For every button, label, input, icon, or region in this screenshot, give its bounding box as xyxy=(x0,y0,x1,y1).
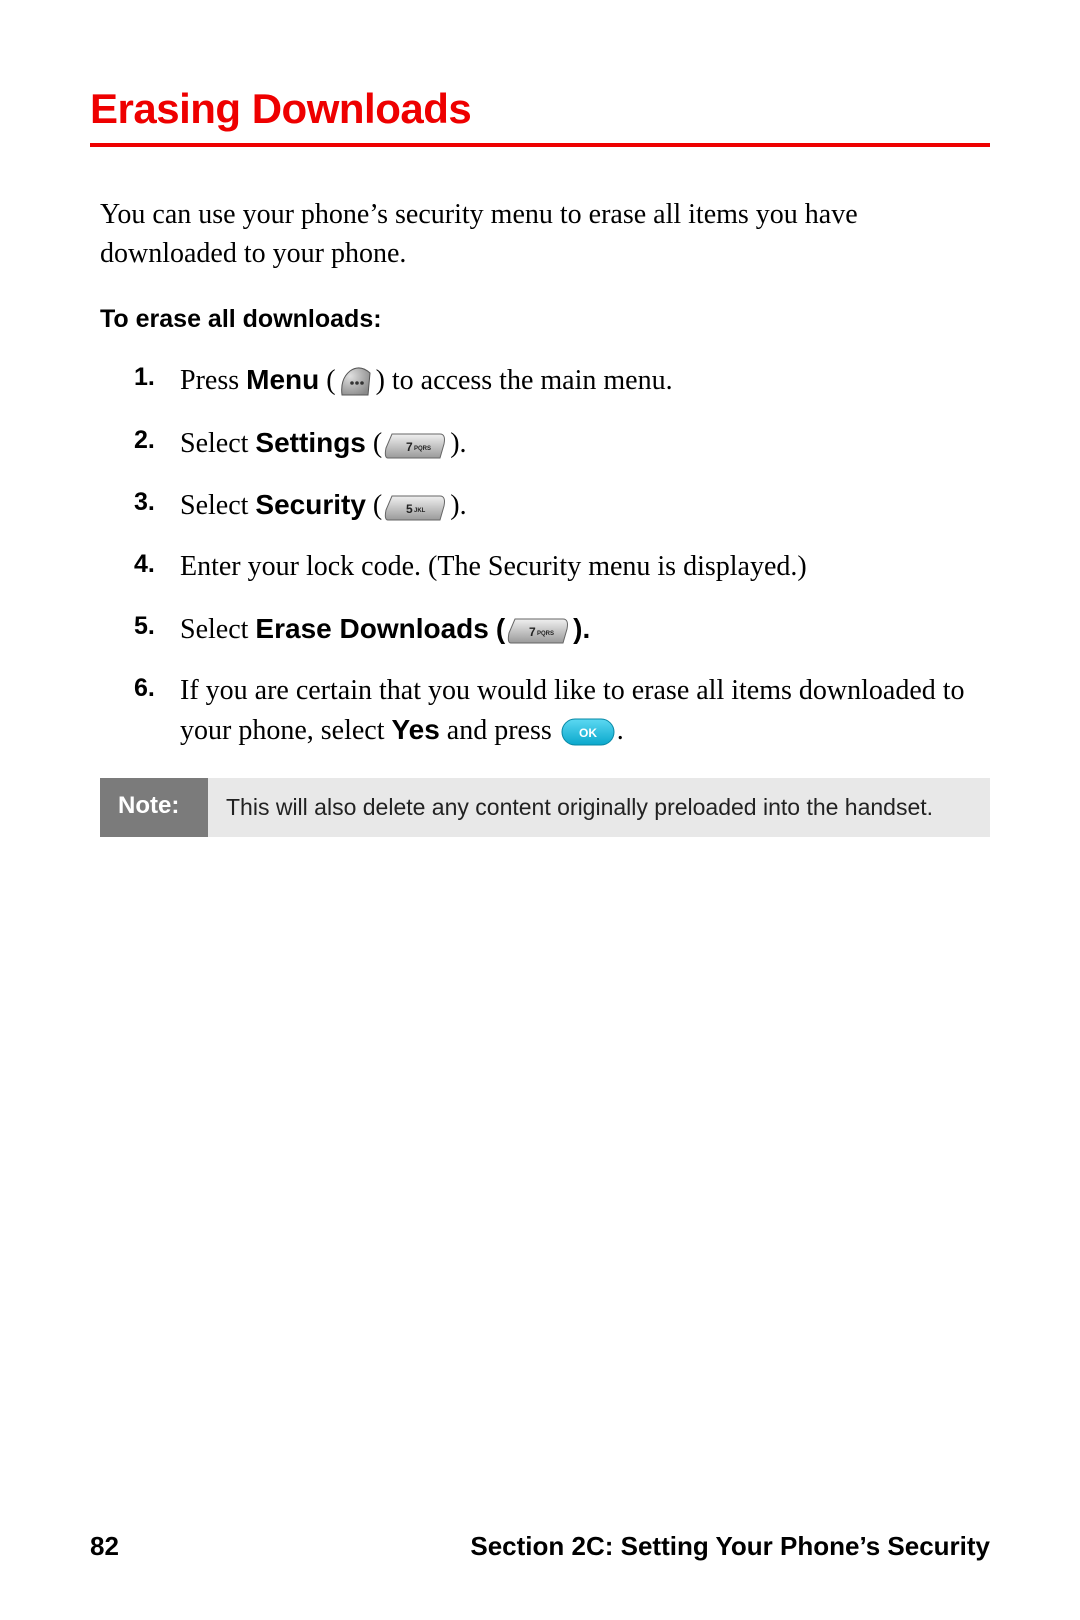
note-label: Note: xyxy=(100,778,208,837)
svg-text:PQRS: PQRS xyxy=(537,631,554,637)
svg-text:5: 5 xyxy=(406,502,413,516)
step-text: Enter your lock code. (The Security menu… xyxy=(180,551,807,582)
step-text: Select xyxy=(180,428,255,459)
svg-text:7: 7 xyxy=(406,440,413,454)
step-4: 4. Enter your lock code. (The Security m… xyxy=(100,547,990,586)
step-number: 5. xyxy=(134,609,155,644)
step-text: . xyxy=(617,715,624,746)
step-2: 2. Select Settings ( 7 PQRS ). xyxy=(100,423,990,463)
seven-key-icon: 7 PQRS xyxy=(507,615,571,647)
step-text: to access the main menu. xyxy=(385,365,673,396)
ok-key-icon: OK xyxy=(561,716,615,748)
step-3: 3. Select Security ( 5 JKL ). xyxy=(100,485,990,525)
steps-list: 1. Press Menu ( ) to access the main men… xyxy=(100,360,990,750)
five-key-icon: 5 JKL xyxy=(384,492,448,524)
menu-key-icon xyxy=(338,365,374,401)
seven-key-icon: 7 PQRS xyxy=(384,430,448,462)
step-number: 1. xyxy=(134,360,155,395)
menu-label: Menu xyxy=(246,364,319,395)
page-title: Erasing Downloads xyxy=(90,85,990,143)
page-footer: 82 Section 2C: Setting Your Phone’s Secu… xyxy=(90,1531,990,1562)
yes-label: Yes xyxy=(392,714,440,745)
step-number: 4. xyxy=(134,547,155,582)
intro-paragraph: You can use your phone’s security menu t… xyxy=(100,195,980,273)
step-6: 6. If you are certain that you would lik… xyxy=(100,671,990,750)
svg-text:7: 7 xyxy=(529,625,536,639)
step-text: Select xyxy=(180,490,255,521)
step-number: 2. xyxy=(134,423,155,458)
step-text: Select xyxy=(180,614,255,645)
page-number: 82 xyxy=(90,1531,119,1562)
steps-subhead: To erase all downloads: xyxy=(100,305,990,334)
step-text: Press xyxy=(180,365,246,396)
note-box: Note: This will also delete any content … xyxy=(100,778,990,837)
step-number: 3. xyxy=(134,485,155,520)
erase-downloads-label: Erase Downloads xyxy=(255,613,488,644)
svg-text:OK: OK xyxy=(579,726,597,740)
title-divider xyxy=(90,143,990,147)
section-title: Section 2C: Setting Your Phone’s Securit… xyxy=(470,1531,990,1562)
note-body: This will also delete any content origin… xyxy=(208,778,990,837)
settings-label: Settings xyxy=(255,427,365,458)
svg-text:JKL: JKL xyxy=(414,508,426,514)
security-label: Security xyxy=(255,489,366,520)
step-5: 5. Select Erase Downloads ( 7 PQRS ). xyxy=(100,609,990,649)
svg-text:PQRS: PQRS xyxy=(414,446,431,452)
step-number: 6. xyxy=(134,671,155,706)
step-text: and press xyxy=(440,715,559,746)
step-1: 1. Press Menu ( ) to access the main men… xyxy=(100,360,990,401)
